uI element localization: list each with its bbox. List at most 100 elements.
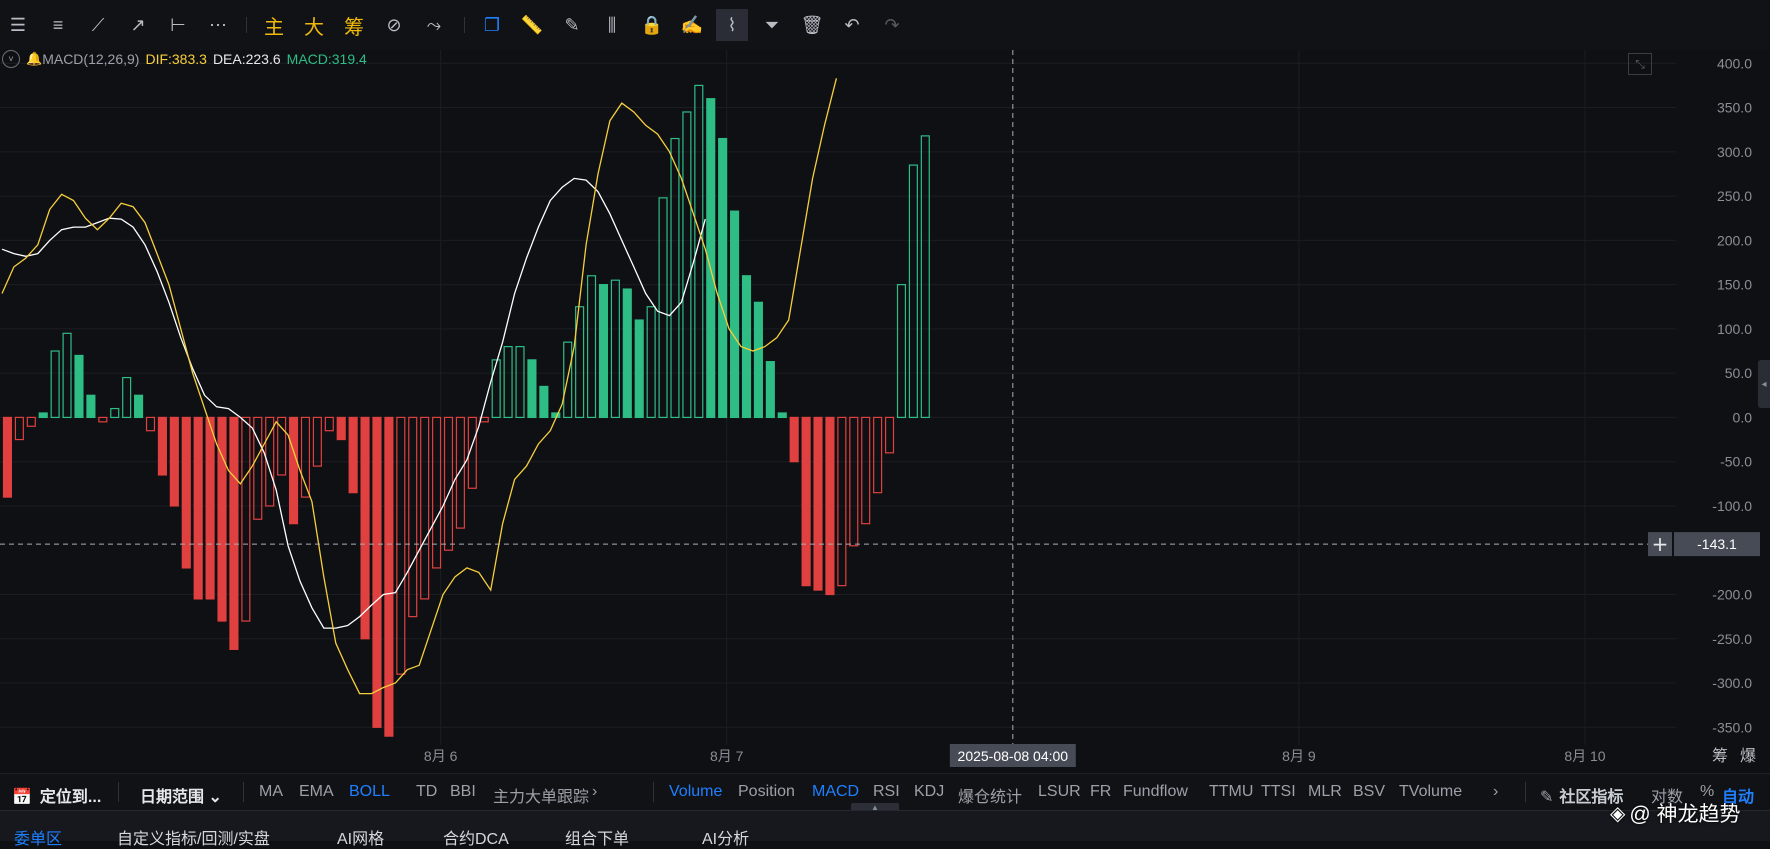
macd-value: MACD:319.4 — [286, 51, 367, 67]
histogram-bar — [825, 416, 835, 596]
x-tick-label: 8月 7 — [710, 748, 744, 764]
y-tick-label: 0.0 — [1733, 409, 1753, 425]
y-tick-label: -200.0 — [1712, 586, 1752, 602]
sub-indicator-10[interactable]: TTSI — [1261, 783, 1296, 801]
histogram-bar — [157, 416, 167, 476]
panel-tab-2[interactable]: AI网格 — [337, 825, 384, 849]
main-scroll-right-icon[interactable]: › — [592, 783, 597, 801]
histogram-bar — [217, 416, 227, 622]
histogram-bar — [181, 416, 191, 569]
histogram-bar — [229, 416, 239, 650]
histogram-bar — [205, 416, 215, 600]
y-tick-label: 350.0 — [1717, 100, 1752, 116]
main-indicator-0[interactable]: MA — [259, 783, 283, 801]
main-indicator-5[interactable]: 主力大单跟踪 — [493, 783, 589, 807]
sub-indicator-7[interactable]: FR — [1090, 783, 1111, 801]
dif-value: DIF:383.3 — [145, 51, 207, 67]
divider — [118, 782, 119, 802]
main-indicator-2[interactable]: BOLL — [349, 783, 390, 801]
y-tick-label: 250.0 — [1717, 188, 1752, 204]
divider — [653, 782, 654, 802]
y-tick-label: -100.0 — [1712, 498, 1752, 514]
date-range-dropdown[interactable]: 日期范围 ⌄ — [140, 783, 222, 807]
crosshair-price-label: -143.1 — [1697, 536, 1737, 552]
histogram-bar — [765, 361, 775, 419]
main-indicator-3[interactable]: TD — [416, 783, 437, 801]
histogram-bar — [38, 412, 48, 419]
plus-icon: + — [1652, 532, 1669, 556]
binance-logo-icon: ◈ — [1610, 802, 1626, 825]
calendar-icon: 📅 — [12, 789, 32, 806]
panel-tab-0[interactable]: 委单区 — [14, 825, 62, 849]
sub-indicator-3[interactable]: RSI — [873, 783, 900, 801]
indicator-name: MACD(12,26,9) — [42, 51, 140, 67]
collapse-icon[interactable]: ˅ — [2, 50, 20, 68]
histogram-bar — [372, 416, 382, 728]
sub-indicator-1[interactable]: Position — [738, 783, 795, 801]
sub-indicator-5[interactable]: 爆仓统计 — [958, 783, 1022, 807]
histogram-bar — [193, 416, 203, 600]
sub-indicator-0[interactable]: Volume — [669, 783, 722, 801]
liquidation-button[interactable]: 爆 — [1740, 746, 1756, 765]
bell-icon[interactable]: 🔔 — [26, 51, 42, 67]
histogram-bar — [718, 137, 728, 419]
histogram-bar — [730, 210, 740, 419]
side-collapse-handle[interactable]: ◂ — [1758, 360, 1770, 408]
histogram-bar — [527, 359, 537, 419]
sub-scroll-right-icon[interactable]: › — [1493, 783, 1498, 801]
divider — [1525, 782, 1526, 802]
indicator-legend: ˅ 🔔 MACD(12,26,9) DIF:383.3 DEA:223.6 MA… — [2, 49, 367, 69]
x-tick-label: 8月 9 — [1282, 748, 1316, 764]
sub-indicator-12[interactable]: BSV — [1353, 783, 1385, 801]
x-tick-label: 8月 10 — [1564, 748, 1605, 764]
sub-indicator-6[interactable]: LSUR — [1038, 783, 1081, 801]
sub-indicator-2[interactable]: MACD — [812, 783, 859, 801]
price-axis: 400.0 350.0 300.0 250.0 200.0 150.0 100.0 50.0 0… — [1676, 50, 1770, 745]
chip-distribution-button[interactable]: 筹 — [1712, 746, 1728, 765]
histogram-bar — [539, 385, 549, 419]
y-tick-label: -300.0 — [1712, 675, 1752, 691]
divider — [243, 782, 244, 802]
y-tick-label: 400.0 — [1717, 55, 1752, 71]
histogram-bar — [86, 394, 96, 419]
panel-tab-1[interactable]: 自定义指标/回测/实盘 — [117, 825, 270, 849]
sub-indicator-9[interactable]: TTMU — [1209, 783, 1253, 801]
locate-button[interactable]: 📅 定位到... — [12, 783, 101, 807]
sub-indicator-8[interactable]: Fundflow — [1123, 783, 1188, 801]
histogram-bar — [622, 288, 632, 419]
sub-indicator-4[interactable]: KDJ — [914, 783, 944, 801]
histogram-bar — [348, 416, 358, 494]
y-tick-label: -350.0 — [1712, 719, 1752, 735]
histogram-bar — [634, 319, 644, 419]
panel-tab-5[interactable]: AI分析 — [702, 825, 749, 849]
fullscreen-icon[interactable]: ⤡ — [1628, 53, 1652, 75]
y-tick-label: 50.0 — [1725, 365, 1752, 381]
main-indicator-4[interactable]: BBI — [450, 783, 476, 801]
chart-background — [0, 50, 1770, 773]
y-tick-label: 100.0 — [1717, 321, 1752, 337]
histogram-bar — [134, 394, 144, 419]
dea-value: DEA:223.6 — [212, 51, 281, 67]
histogram-bar — [741, 275, 752, 419]
histogram-bar — [384, 416, 394, 737]
histogram-bar — [753, 301, 763, 419]
macd-chart[interactable]: 400.0 350.0 300.0 250.0 200.0 150.0 100.0 50.0 0… — [0, 0, 1770, 773]
panel-tab-4[interactable]: 组合下单 — [565, 825, 629, 849]
watermark: ◈ @ 神龙趋势 — [1610, 802, 1741, 827]
histogram-bar — [288, 416, 299, 525]
order-panel-tabs: 委单区 自定义指标/回测/实盘 AI网格 合约DCA 组合下单 AI分析 — [0, 810, 1770, 848]
histogram-bar — [360, 416, 370, 640]
main-indicator-1[interactable]: EMA — [299, 783, 334, 801]
sub-indicator-13[interactable]: TVolume — [1399, 783, 1462, 801]
chevron-down-icon: ⌄ — [208, 789, 222, 806]
y-tick-label: -50.0 — [1720, 454, 1752, 470]
histogram-bar — [74, 354, 84, 419]
histogram-bar — [789, 416, 799, 463]
histogram-bar — [598, 284, 609, 419]
y-tick-label: -250.0 — [1712, 631, 1752, 647]
y-tick-label: 300.0 — [1717, 144, 1752, 160]
panel-tab-3[interactable]: 合约DCA — [443, 825, 509, 849]
sub-indicator-11[interactable]: MLR — [1308, 783, 1342, 801]
edit-icon: ✎ — [1540, 789, 1554, 806]
x-tick-label: 8月 6 — [424, 748, 458, 764]
